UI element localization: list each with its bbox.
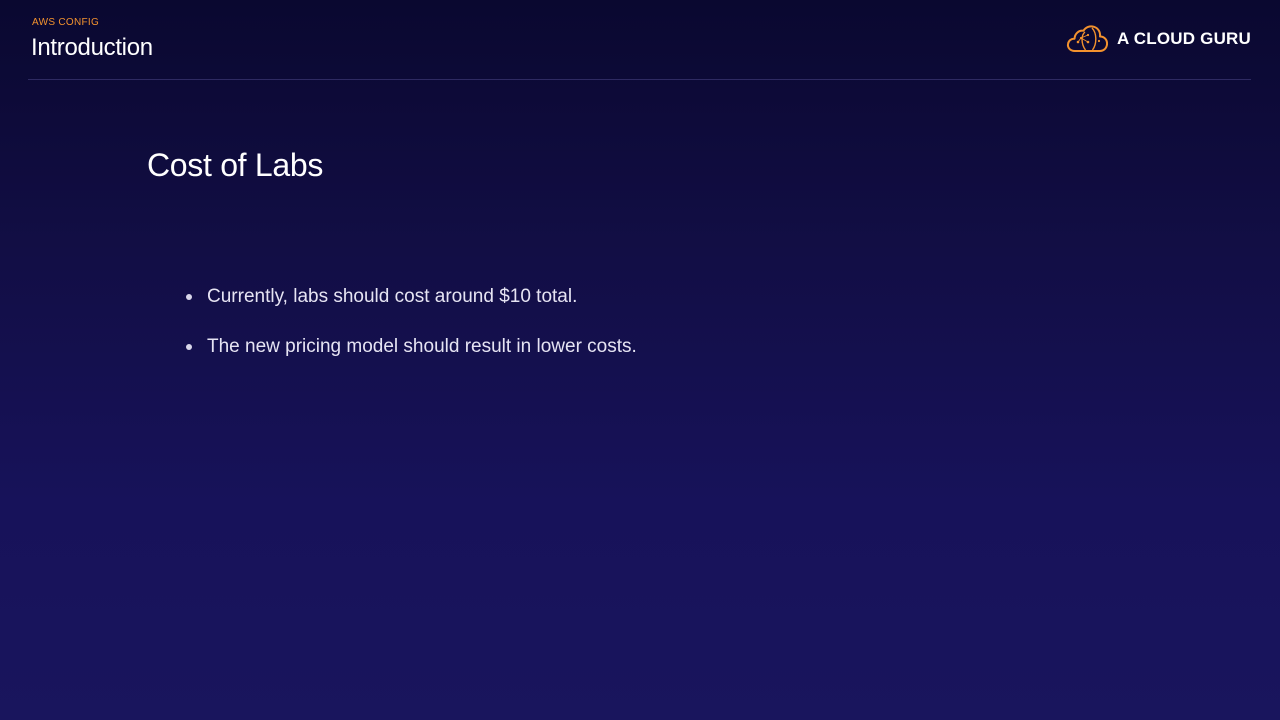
- bullet-icon: [186, 344, 192, 350]
- list-item: Currently, labs should cost around $10 t…: [186, 282, 637, 312]
- bullet-text: Currently, labs should cost around $10 t…: [207, 286, 578, 307]
- brand-logo: A CLOUD GURU: [1066, 24, 1251, 54]
- header-divider: [28, 79, 1251, 80]
- slide-heading: Cost of Labs: [147, 147, 324, 183]
- brand-name: A CLOUD GURU: [1117, 29, 1251, 48]
- bullet-list: Currently, labs should cost around $10 t…: [186, 282, 637, 382]
- slide: AWS CONFIG Introduction A CLOUD GURU Cos…: [0, 0, 1280, 720]
- cloud-brain-icon: [1066, 25, 1109, 52]
- section-title: Introduction: [31, 34, 153, 61]
- bullet-icon: [186, 294, 192, 300]
- list-item: The new pricing model should result in l…: [186, 332, 637, 362]
- bullet-text: The new pricing model should result in l…: [207, 336, 637, 357]
- course-kicker: AWS CONFIG: [32, 17, 100, 28]
